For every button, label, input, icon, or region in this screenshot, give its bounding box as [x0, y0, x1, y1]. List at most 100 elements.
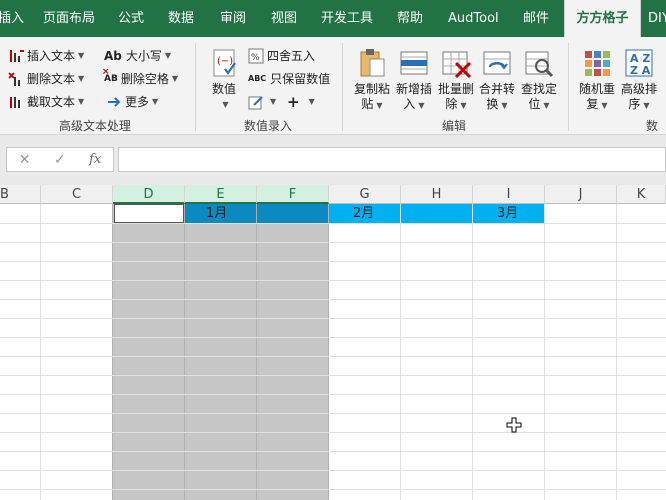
chevron-down-icon: ▼	[78, 74, 85, 83]
tab-data[interactable]: 数据	[168, 0, 194, 37]
plus-dropdown[interactable]: + ▼	[287, 92, 315, 112]
find-locate-label-2: 位	[528, 97, 541, 111]
row-gridline	[0, 261, 666, 262]
copy-paste-button[interactable]: 复制粘 贴 ▼	[352, 47, 392, 113]
add-insert-button[interactable]: 新增插 入 ▼	[394, 47, 434, 113]
add-insert-label: 新增插	[395, 82, 432, 96]
copy-paste-label: 复制粘	[353, 82, 390, 96]
keep-values-button[interactable]: ABC 只保留数值	[248, 69, 330, 89]
row-gridline	[0, 489, 666, 490]
group-label-random: 数	[646, 119, 659, 133]
insert-rows-icon	[398, 47, 430, 79]
chevron-down-icon: ▼	[543, 101, 550, 110]
column-header-g[interactable]: G	[329, 185, 401, 204]
magnifier-icon	[523, 47, 555, 79]
merge-convert-button[interactable]: 合并转 换 ▼	[477, 47, 517, 113]
advanced-sort-button[interactable]: A ZZ A 高级排 序 ▼	[619, 47, 659, 113]
selected-column-f[interactable]	[257, 204, 329, 500]
pen-icon	[248, 94, 264, 110]
cancel-icon[interactable]: ✕	[19, 152, 31, 168]
chevron-down-icon: ▼	[171, 74, 178, 83]
tab-insert[interactable]: 插入	[0, 0, 24, 37]
column-header-h[interactable]: H	[401, 185, 473, 204]
change-case-button[interactable]: Ab 大小写 ▼	[104, 46, 171, 66]
cell-i1[interactable]: 3月	[497, 204, 518, 223]
column-header-j[interactable]: J	[545, 185, 617, 204]
tab-help[interactable]: 帮助	[397, 0, 423, 37]
row-gridline	[0, 337, 666, 338]
tab-review[interactable]: 审阅	[220, 0, 246, 37]
edit-value-dropdown[interactable]: ▼	[248, 92, 276, 112]
advanced-sort-label-2: 序	[628, 97, 641, 111]
svg-text:(−): (−)	[217, 56, 233, 67]
delete-text-icon	[8, 71, 24, 87]
column-header-f[interactable]: F	[257, 185, 329, 204]
column-header-b[interactable]: B	[0, 185, 41, 204]
merge-convert-label-2: 换	[486, 97, 499, 111]
tab-formulas[interactable]: 公式	[118, 0, 144, 37]
value-label: 数值	[211, 82, 236, 96]
row-gridline	[0, 451, 666, 452]
tab-page-layout[interactable]: 页面布局	[43, 0, 95, 37]
value-icon: (−)	[208, 47, 240, 79]
tab-view[interactable]: 视图	[271, 0, 297, 37]
group-separator	[568, 43, 569, 131]
column-gridline	[544, 204, 545, 500]
tab-developer[interactable]: 开发工具	[321, 0, 373, 37]
random-repeat-button[interactable]: 随机重 复 ▼	[577, 47, 617, 113]
insert-text-button[interactable]: 插入文本 ▼	[8, 46, 84, 66]
group-separator	[195, 43, 196, 131]
merge-convert-label: 合并转	[478, 82, 515, 96]
delete-grid-icon	[440, 47, 472, 79]
find-locate-button[interactable]: 查找定 位 ▼	[519, 47, 559, 113]
column-header-d[interactable]: D	[113, 185, 185, 204]
copy-paste-label-2: 贴	[361, 97, 374, 111]
selected-column-d[interactable]	[113, 204, 185, 500]
column-header-c[interactable]: C	[41, 185, 113, 204]
ribbon-tab-bar: 插入 页面布局 公式 数据 审阅 视图 开发工具 帮助 AudTool 邮件 方…	[0, 0, 666, 37]
round-button[interactable]: % 四舍五入	[248, 46, 315, 66]
value-button[interactable]: (−) 数值 ▼	[204, 47, 244, 112]
row-gridline	[0, 432, 666, 433]
batch-delete-button[interactable]: 批量删 除 ▼	[436, 47, 476, 113]
round-label: 四舍五入	[267, 49, 316, 63]
column-header-e[interactable]: E	[185, 185, 257, 204]
tab-audtool[interactable]: AudTool	[448, 0, 499, 37]
cell-e1[interactable]: 1月	[206, 204, 227, 223]
group-label-value-input: 数值录入	[243, 119, 292, 133]
column-header-k[interactable]: K	[617, 185, 666, 204]
batch-delete-label-2: 除	[445, 97, 458, 111]
tab-diy[interactable]: DIY	[648, 0, 666, 37]
chevron-down-icon: ▼	[270, 97, 277, 106]
svg-text:%: %	[251, 53, 260, 63]
merge-convert-icon	[481, 47, 513, 79]
tab-mail[interactable]: 邮件	[523, 0, 549, 37]
extract-text-button[interactable]: 截取文本 ▼	[8, 92, 84, 112]
chevron-down-icon: ▼	[78, 51, 85, 60]
extract-text-label: 截取文本	[27, 95, 76, 109]
delete-text-button[interactable]: 删除文本 ▼	[8, 69, 84, 89]
more-button[interactable]: 更多 ▼	[106, 92, 158, 112]
chevron-down-icon: ▼	[152, 97, 159, 106]
move-cursor-icon	[506, 417, 522, 433]
delete-space-icon: × AB	[102, 67, 118, 84]
formula-buttons: ✕ ✓ fx	[6, 147, 114, 172]
row-gridline	[0, 470, 666, 471]
column-gridline	[400, 204, 401, 500]
column-gridline	[472, 204, 473, 500]
random-repeat-label-2: 复	[586, 97, 599, 111]
insert-function-icon[interactable]: fx	[89, 152, 101, 167]
selected-column-e[interactable]	[185, 204, 257, 500]
cell-g1[interactable]: 2月	[353, 204, 374, 223]
formula-input[interactable]	[118, 147, 666, 172]
delete-space-button[interactable]: × AB 删除空格 ▼	[102, 67, 178, 89]
active-cell-d1[interactable]	[114, 204, 184, 223]
worksheet-grid[interactable]: B C D E F G H I J K 1月 2月 3月	[0, 185, 666, 500]
tab-fangfang-grid[interactable]: 方方格子	[564, 0, 641, 37]
column-header-i[interactable]: I	[473, 185, 545, 204]
advanced-sort-label: 高级排	[620, 82, 657, 96]
chevron-down-icon: ▼	[601, 101, 608, 110]
chevron-down-icon: ▼	[418, 101, 425, 110]
keep-values-label: 只保留数值	[270, 72, 331, 86]
confirm-icon[interactable]: ✓	[54, 152, 66, 168]
